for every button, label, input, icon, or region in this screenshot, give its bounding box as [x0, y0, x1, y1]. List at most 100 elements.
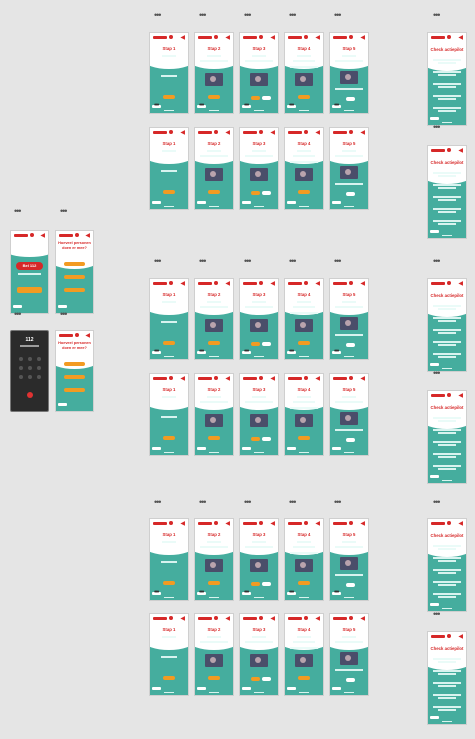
confirm-button[interactable] [346, 438, 355, 442]
next-button[interactable] [297, 436, 311, 440]
speaker-icon[interactable]: ◀ [180, 281, 185, 287]
confirm-button[interactable] [346, 678, 355, 682]
back-button[interactable] [197, 201, 206, 204]
back-button[interactable] [287, 687, 296, 690]
frame-menu-icon[interactable]: ••• [433, 369, 441, 378]
back-button[interactable] [242, 201, 251, 204]
speaker-icon[interactable]: ◀ [180, 616, 185, 622]
confirm-button[interactable] [346, 97, 355, 101]
speaker-icon[interactable]: ◀ [458, 148, 463, 154]
next-button[interactable] [297, 190, 311, 194]
speaker-icon[interactable]: ◀ [360, 521, 365, 527]
frame-menu-icon[interactable]: ••• [433, 498, 441, 507]
yes-button[interactable] [251, 582, 260, 586]
back-button[interactable] [197, 447, 206, 450]
speaker-icon[interactable]: ◀ [270, 281, 275, 287]
back-button[interactable] [287, 201, 296, 204]
speaker-icon[interactable]: ◀ [458, 281, 463, 287]
next-button[interactable] [297, 341, 311, 345]
no-button[interactable] [262, 342, 271, 346]
frame-menu-icon[interactable]: ••• [154, 11, 162, 20]
next-button[interactable] [162, 436, 176, 440]
speaker-icon[interactable]: ◀ [315, 521, 320, 527]
speaker-icon[interactable]: ◀ [270, 35, 275, 41]
frame-menu-icon[interactable]: ••• [244, 257, 252, 266]
next-button[interactable] [162, 341, 176, 345]
frame-menu-icon[interactable]: ••• [199, 257, 207, 266]
back-button[interactable] [58, 305, 67, 308]
next-button[interactable] [162, 95, 176, 99]
back-button[interactable] [332, 201, 341, 204]
speaker-icon[interactable]: ◀ [85, 233, 90, 239]
speaker-icon[interactable]: ◀ [270, 616, 275, 622]
speaker-icon[interactable]: ◀ [360, 376, 365, 382]
next-button[interactable] [297, 95, 311, 99]
frame-menu-icon[interactable]: ••• [433, 610, 441, 619]
speaker-icon[interactable]: ◀ [270, 130, 275, 136]
speaker-icon[interactable]: ◀ [180, 521, 185, 527]
yes-button[interactable] [251, 677, 260, 681]
frame-menu-icon[interactable]: ••• [433, 123, 441, 132]
next-button[interactable] [207, 341, 221, 345]
speaker-icon[interactable]: ◀ [225, 616, 230, 622]
speaker-icon[interactable]: ◀ [458, 35, 463, 41]
speaker-icon[interactable]: ◀ [360, 281, 365, 287]
back-button[interactable] [242, 447, 251, 450]
no-button[interactable] [262, 437, 271, 441]
yes-button[interactable] [251, 342, 260, 346]
next-button[interactable] [162, 581, 176, 585]
option-button[interactable] [64, 288, 85, 292]
back-button[interactable] [58, 403, 67, 406]
back-button[interactable] [332, 447, 341, 450]
speaker-icon[interactable]: ◀ [180, 376, 185, 382]
back-button[interactable] [197, 687, 206, 690]
back-button[interactable] [287, 447, 296, 450]
option-button[interactable] [64, 375, 85, 379]
next-button[interactable] [207, 190, 221, 194]
speaker-icon[interactable]: ◀ [225, 35, 230, 41]
yes-button[interactable] [251, 437, 260, 441]
back-button[interactable] [152, 447, 161, 450]
next-button[interactable] [207, 676, 221, 680]
no-button[interactable] [262, 191, 271, 195]
frame-menu-icon[interactable]: ••• [199, 11, 207, 20]
speaker-icon[interactable]: ◀ [40, 233, 45, 239]
frame-menu-icon[interactable]: ••• [154, 498, 162, 507]
speaker-icon[interactable]: ◀ [458, 521, 463, 527]
speaker-icon[interactable]: ◀ [315, 376, 320, 382]
back-button[interactable] [13, 305, 22, 308]
frame-menu-icon[interactable]: ••• [289, 11, 297, 20]
frame-menu-icon[interactable]: ••• [289, 257, 297, 266]
start-button[interactable] [16, 287, 43, 293]
frame-menu-icon[interactable]: ••• [199, 498, 207, 507]
yes-button[interactable] [251, 191, 260, 195]
speaker-icon[interactable]: ◀ [360, 130, 365, 136]
next-button[interactable] [207, 581, 221, 585]
back-button[interactable] [430, 716, 439, 719]
no-button[interactable] [262, 677, 271, 681]
speaker-icon[interactable]: ◀ [270, 521, 275, 527]
frame-menu-icon[interactable]: ••• [14, 310, 22, 319]
frame-menu-icon[interactable]: ••• [154, 257, 162, 266]
no-button[interactable] [262, 582, 271, 586]
speaker-icon[interactable]: ◀ [85, 333, 90, 339]
option-button[interactable] [64, 262, 85, 266]
confirm-button[interactable] [346, 583, 355, 587]
next-button[interactable] [162, 676, 176, 680]
frame-menu-icon[interactable]: ••• [289, 498, 297, 507]
no-button[interactable] [262, 96, 271, 100]
frame-menu-icon[interactable]: ••• [60, 207, 68, 216]
option-button[interactable] [64, 388, 85, 392]
speaker-icon[interactable]: ◀ [180, 35, 185, 41]
back-button[interactable] [430, 230, 439, 233]
back-button[interactable] [332, 687, 341, 690]
back-button[interactable] [430, 117, 439, 120]
speaker-icon[interactable]: ◀ [315, 35, 320, 41]
next-button[interactable] [162, 190, 176, 194]
back-button[interactable] [430, 603, 439, 606]
confirm-button[interactable] [346, 343, 355, 347]
frame-menu-icon[interactable]: ••• [244, 11, 252, 20]
speaker-icon[interactable]: ◀ [225, 521, 230, 527]
back-button[interactable] [152, 687, 161, 690]
speaker-icon[interactable]: ◀ [458, 393, 463, 399]
